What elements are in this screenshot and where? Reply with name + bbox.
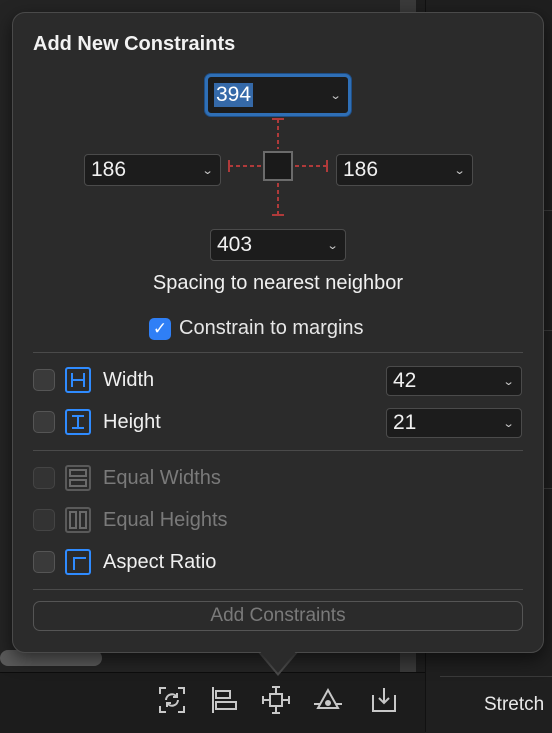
separator	[33, 450, 523, 451]
right-spacing-combo[interactable]: 186 ⌄	[336, 154, 473, 186]
resolve-issues-icon[interactable]	[312, 684, 344, 716]
chevron-down-icon[interactable]: ⌄	[329, 89, 341, 102]
width-constraint-icon	[65, 367, 91, 393]
stretch-label: Stretch	[484, 694, 545, 715]
height-row[interactable]: Height	[33, 407, 161, 437]
embed-in-icon[interactable]	[368, 684, 400, 716]
chevron-down-icon[interactable]: ⌄	[502, 417, 514, 430]
equal-heights-icon	[65, 507, 91, 533]
bottom-spacing-combo[interactable]: 403 ⌄	[210, 229, 346, 261]
aspect-ratio-icon	[65, 549, 91, 575]
height-value-combo[interactable]: 21 ⌄	[386, 408, 522, 438]
chevron-down-icon[interactable]: ⌄	[453, 164, 465, 177]
equal-heights-row: Equal Heights	[33, 505, 228, 535]
update-frames-icon[interactable]	[156, 684, 188, 716]
chevron-down-icon[interactable]: ⌄	[326, 239, 338, 252]
width-label[interactable]: Width	[103, 369, 154, 392]
width-checkbox[interactable]	[33, 369, 55, 391]
height-value[interactable]: 21	[393, 411, 416, 435]
aspect-ratio-label[interactable]: Aspect Ratio	[103, 551, 216, 574]
popover-title: Add New Constraints	[33, 33, 236, 55]
left-spacing-value[interactable]: 186	[91, 158, 126, 182]
width-row[interactable]: Width	[33, 365, 154, 395]
equal-heights-checkbox	[33, 509, 55, 531]
height-label[interactable]: Height	[103, 411, 161, 434]
chevron-down-icon[interactable]: ⌄	[201, 164, 213, 177]
equal-widths-checkbox	[33, 467, 55, 489]
aspect-ratio-row[interactable]: Aspect Ratio	[33, 547, 216, 577]
width-value-combo[interactable]: 42 ⌄	[386, 366, 522, 396]
constrain-to-margins-row[interactable]: ✓ Constrain to margins	[149, 317, 364, 340]
popover-arrow	[258, 649, 298, 673]
constrain-to-margins-label[interactable]: Constrain to margins	[179, 317, 364, 340]
equal-widths-label: Equal Widths	[103, 466, 221, 489]
width-value[interactable]: 42	[393, 369, 416, 393]
add-constraints-button[interactable]: Add Constraints	[33, 601, 523, 631]
separator	[33, 589, 523, 590]
add-constraints-popover: Add New Constraints 394 ⌄ 186 ⌄ 186 ⌄ 40…	[12, 12, 544, 653]
height-checkbox[interactable]	[33, 411, 55, 433]
spacing-caption: Spacing to nearest neighbor	[152, 272, 404, 294]
top-spacing-combo[interactable]: 394 ⌄	[205, 74, 351, 116]
separator	[33, 352, 523, 353]
equal-widths-icon	[65, 465, 91, 491]
right-spacing-value[interactable]: 186	[343, 158, 378, 182]
equal-heights-label: Equal Heights	[103, 508, 228, 531]
aspect-ratio-checkbox[interactable]	[33, 551, 55, 573]
equal-widths-row: Equal Widths	[33, 463, 221, 493]
constrain-to-margins-checkbox[interactable]: ✓	[149, 317, 171, 340]
selected-view-indicator	[263, 151, 293, 181]
height-constraint-icon	[65, 409, 91, 435]
top-spacing-value[interactable]: 394	[214, 83, 254, 107]
bottom-spacing-value[interactable]: 403	[217, 233, 252, 257]
add-constraints-icon[interactable]	[260, 684, 292, 716]
chevron-down-icon[interactable]: ⌄	[502, 375, 514, 388]
align-icon[interactable]	[208, 684, 240, 716]
left-spacing-combo[interactable]: 186 ⌄	[84, 154, 221, 186]
